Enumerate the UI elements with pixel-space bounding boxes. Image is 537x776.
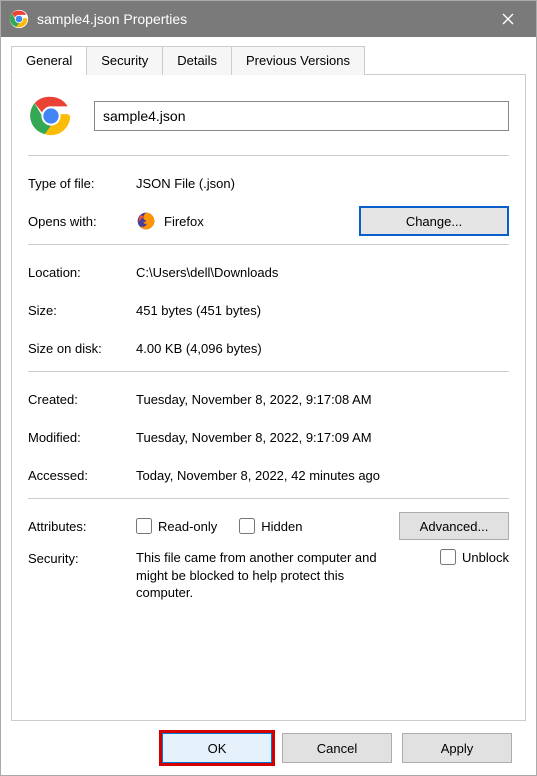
type-value: JSON File (.json): [136, 176, 509, 191]
filename-input[interactable]: [94, 101, 509, 131]
unblock-label: Unblock: [462, 550, 509, 565]
file-type-icon: [28, 93, 74, 139]
apply-button[interactable]: Apply: [402, 733, 512, 763]
titlebar: sample4.json Properties: [1, 1, 536, 37]
readonly-checkbox[interactable]: Read-only: [136, 518, 217, 534]
hidden-checkbox-input[interactable]: [239, 518, 255, 534]
readonly-checkbox-input[interactable]: [136, 518, 152, 534]
chrome-icon: [9, 9, 29, 29]
ok-button[interactable]: OK: [162, 733, 272, 763]
accessed-label: Accessed:: [28, 468, 136, 483]
client-area: General Security Details Previous Versio…: [1, 37, 536, 775]
security-text: This file came from another computer and…: [136, 549, 386, 602]
firefox-icon: [136, 211, 156, 231]
attributes-label: Attributes:: [28, 519, 136, 534]
hidden-label: Hidden: [261, 519, 302, 534]
size-on-disk-label: Size on disk:: [28, 341, 136, 356]
tab-security[interactable]: Security: [86, 46, 163, 75]
general-panel: Type of file: JSON File (.json) Opens wi…: [11, 74, 526, 721]
separator: [28, 244, 509, 245]
accessed-value: Today, November 8, 2022, 42 minutes ago: [136, 468, 509, 483]
properties-dialog: sample4.json Properties General Security…: [0, 0, 537, 776]
close-icon: [502, 13, 514, 25]
size-label: Size:: [28, 303, 136, 318]
unblock-checkbox[interactable]: Unblock: [440, 549, 509, 565]
cancel-button[interactable]: Cancel: [282, 733, 392, 763]
location-label: Location:: [28, 265, 136, 280]
security-label: Security:: [28, 549, 136, 566]
type-label: Type of file:: [28, 176, 136, 191]
size-on-disk-value: 4.00 KB (4,096 bytes): [136, 341, 509, 356]
unblock-checkbox-input[interactable]: [440, 549, 456, 565]
advanced-button[interactable]: Advanced...: [399, 512, 509, 540]
modified-value: Tuesday, November 8, 2022, 9:17:09 AM: [136, 430, 509, 445]
change-button[interactable]: Change...: [359, 206, 509, 236]
separator: [28, 155, 509, 156]
created-value: Tuesday, November 8, 2022, 9:17:08 AM: [136, 392, 509, 407]
tab-previous-versions[interactable]: Previous Versions: [231, 46, 365, 75]
size-value: 451 bytes (451 bytes): [136, 303, 509, 318]
created-label: Created:: [28, 392, 136, 407]
modified-label: Modified:: [28, 430, 136, 445]
tab-details[interactable]: Details: [162, 46, 232, 75]
tab-general[interactable]: General: [11, 46, 87, 75]
readonly-label: Read-only: [158, 519, 217, 534]
close-button[interactable]: [488, 1, 528, 37]
tabstrip: General Security Details Previous Versio…: [11, 45, 526, 74]
opens-with-value: Firefox: [164, 214, 359, 229]
location-value: C:\Users\dell\Downloads: [136, 265, 509, 280]
dialog-buttons: OK Cancel Apply: [11, 721, 526, 775]
window-title: sample4.json Properties: [37, 11, 488, 27]
hidden-checkbox[interactable]: Hidden: [239, 518, 302, 534]
opens-with-label: Opens with:: [28, 214, 136, 229]
separator: [28, 371, 509, 372]
separator: [28, 498, 509, 499]
